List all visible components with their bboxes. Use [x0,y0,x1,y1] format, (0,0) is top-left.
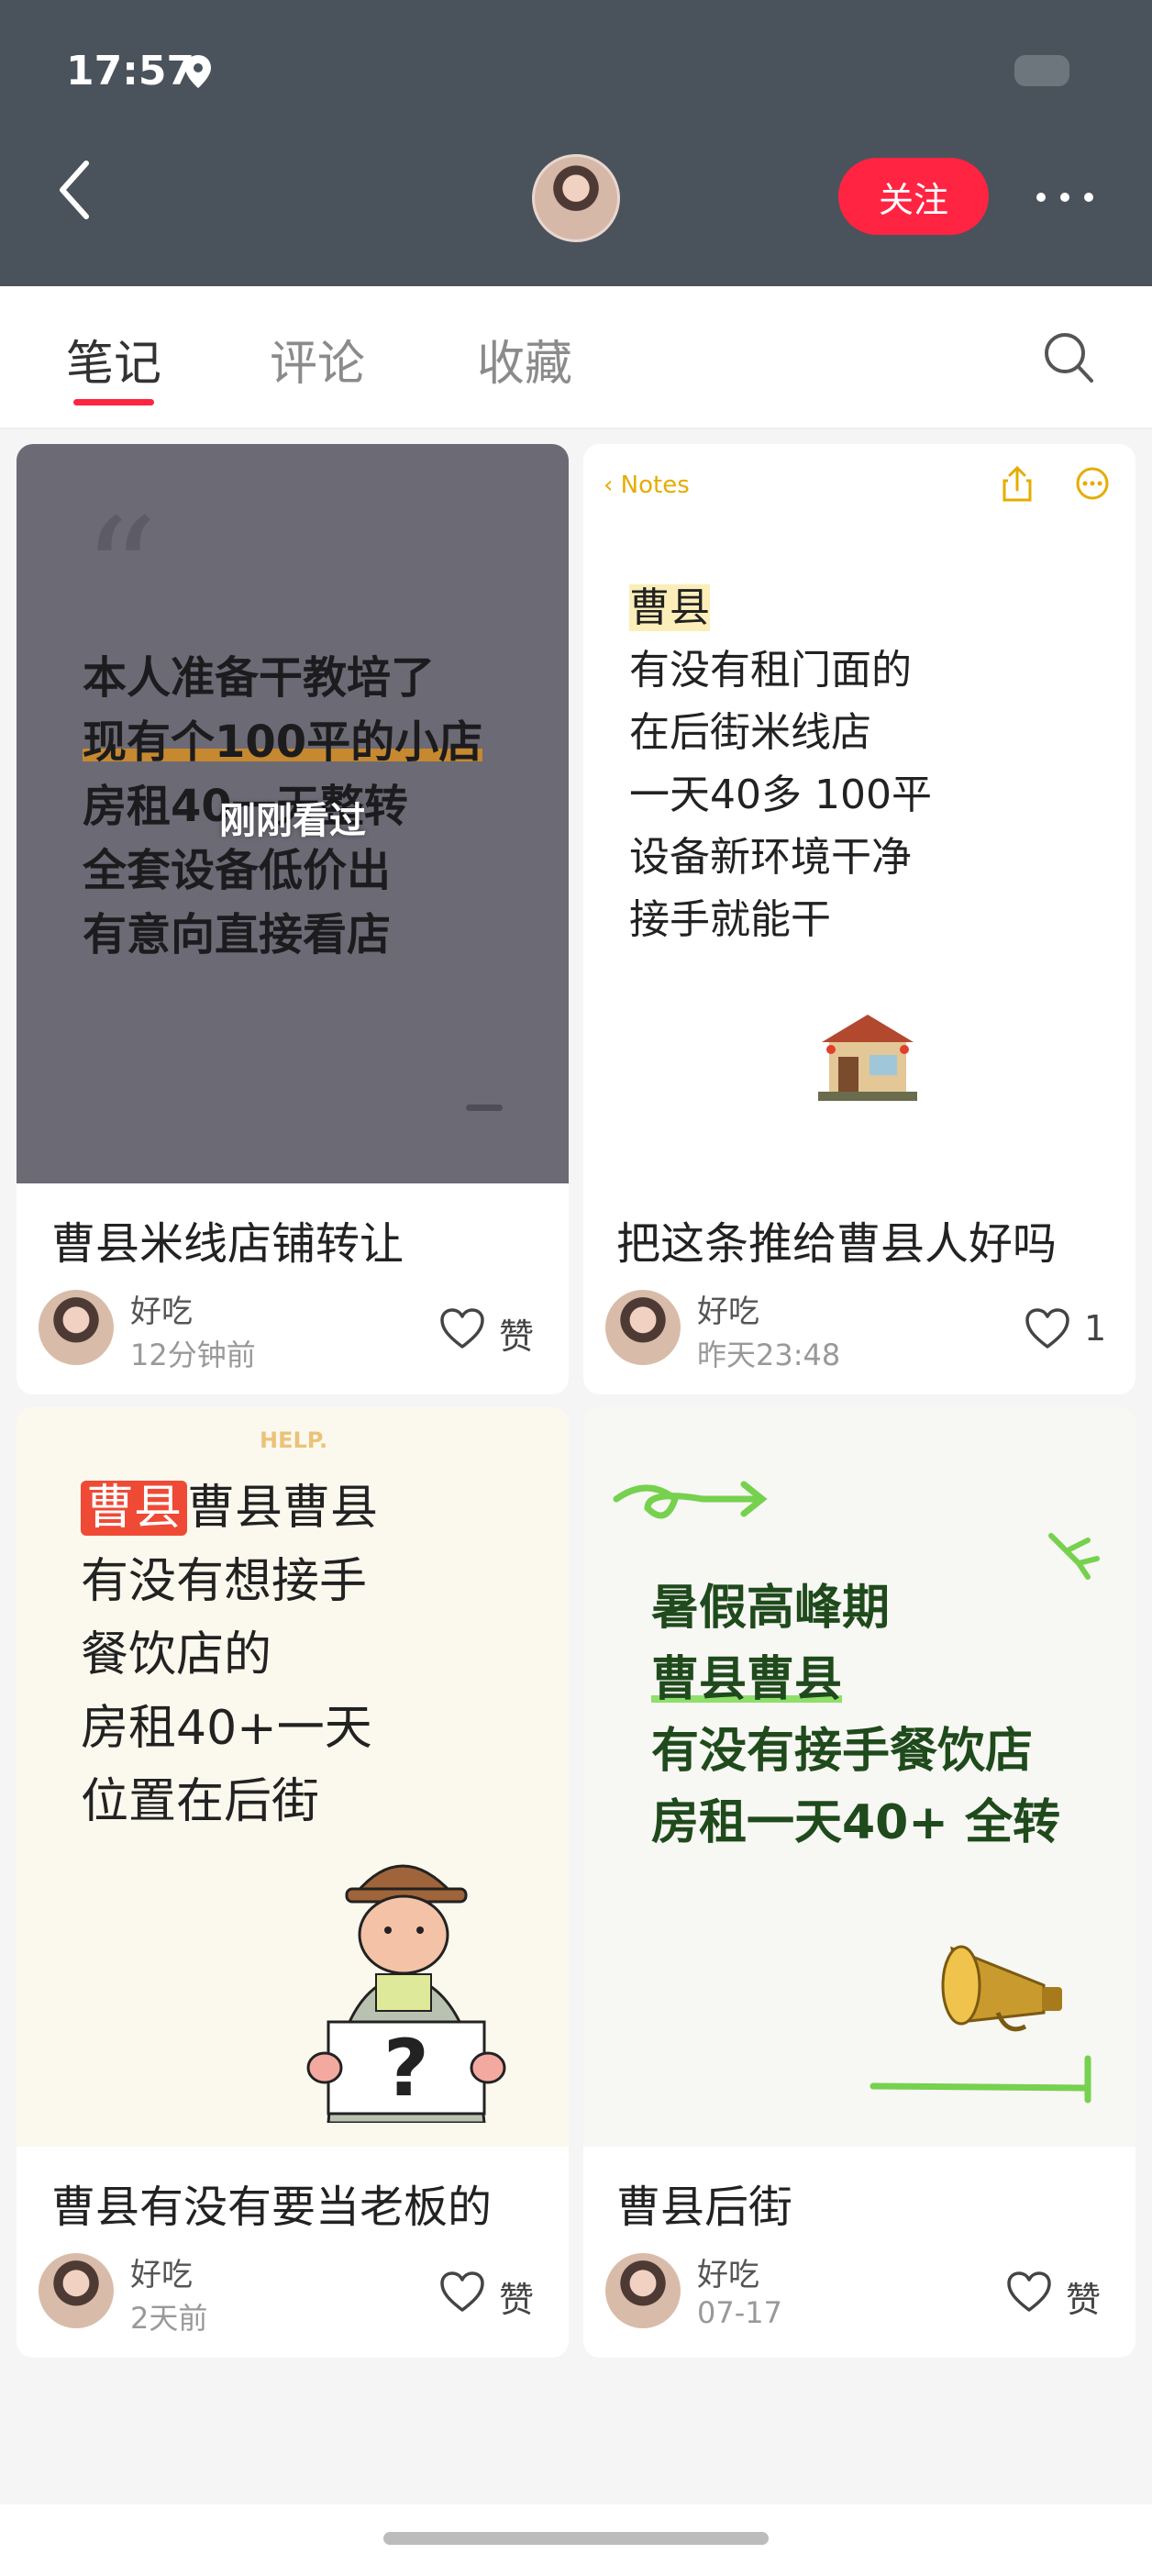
note-cover[interactable]: 暑假高峰期 曹县曹县 有没有接手餐饮店 房租一天40+ 全转 [583,1407,1135,2147]
note-cover[interactable]: HELP. 曹县 曹县曹县 有没有想接手 餐饮店的 房租40+一天 位置在后街 ? [17,1407,569,2147]
corner-doodle [870,2055,1091,2104]
note-title[interactable]: 把这条推给曹县人好吗 [616,1207,1057,1271]
cover-line: 有没有想接手 [81,1554,368,1609]
cover-line: 房租40+一天 [81,1701,372,1756]
like-count: 赞 [499,1316,535,1357]
note-title[interactable]: 曹县后街 [616,2171,792,2235]
cover-line: 餐饮店的 [81,1627,272,1682]
cover-line: 有没有接手餐饮店 [651,1724,1034,1779]
cover-text: 暑假高峰期 曹县曹县 有没有接手餐饮店 房租一天40+ 全转 [651,1572,1060,1859]
recently-viewed-label: 刚刚看过 [219,800,366,842]
status-time: 17:57 [66,48,195,94]
note-card[interactable]: “ 本人准备干教培了 现有个100平的小店 房租40一天整转 全套设备低价出 有… [17,444,569,1394]
author-name[interactable]: 好吃 [697,1286,759,1331]
cover-line: 现有个100平的小店 [83,710,483,774]
author-name[interactable]: 好吃 [697,2249,759,2294]
cover-line: 在后街米线店 [629,709,871,756]
location-pin-icon [185,55,211,88]
shop-illustration [818,1015,917,1101]
cover-line: 接手就能干 [629,896,831,943]
cover-text: 曹县 有没有租门面的 在后街米线店 一天40多 100平 设备新环境干净 接手就… [629,577,932,951]
megaphone-icon [941,1945,1062,2032]
post-time: 07-17 [697,2295,782,2330]
author-avatar[interactable] [39,2253,114,2328]
author-avatar[interactable] [605,1290,681,1365]
post-time: 昨天23:48 [697,1338,841,1372]
status-indicator [1014,55,1069,86]
cover-line: 房租一天40+ 全转 [651,1795,1061,1850]
profile-avatar[interactable] [532,154,620,242]
cover-line: 有没有租门面的 [629,647,912,694]
author-avatar[interactable] [39,1290,114,1365]
quote-icon: “ [83,486,158,658]
help-tag: HELP. [260,1427,328,1453]
cover-line: 设备新环境干净 [629,834,912,881]
heart-icon[interactable] [438,2270,486,2314]
heart-icon[interactable] [438,1306,486,1350]
author-name[interactable]: 好吃 [130,1286,193,1331]
highlight-tag: 曹县 [81,1481,188,1536]
note-cover[interactable]: “ 本人准备干教培了 现有个100平的小店 房租40一天整转 全套设备低价出 有… [17,444,569,1183]
profile-header: 17:57 关注 [0,0,1152,286]
follow-button[interactable]: 关注 [838,158,989,235]
decorative-dash [466,1105,503,1111]
note-card[interactable]: ‹ Notes 曹县 有没有租门面的 在后街米线店 一天40多 100平 设备新… [583,444,1135,1394]
author-name[interactable]: 好吃 [130,2249,193,2294]
note-title[interactable]: 曹县米线店铺转让 [51,1207,404,1271]
like-count: 1 [1084,1308,1107,1349]
cover-line: 有意向直接看店 [83,909,392,960]
man-with-sign-illustration: ? [306,1864,506,2123]
options-icon [1076,467,1109,500]
heart-icon[interactable] [1024,1306,1071,1350]
cover-line: 位置在后街 [81,1774,320,1829]
cover-line: 曹县曹县 [187,1481,379,1536]
heart-icon[interactable] [1005,2270,1053,2314]
note-cover[interactable]: ‹ Notes 曹县 有没有租门面的 在后街米线店 一天40多 100平 设备新… [583,444,1135,1183]
cover-line: 曹县 [629,584,710,631]
home-indicator[interactable] [383,2532,769,2545]
tab-bar: 笔记 评论 收藏 [0,286,1152,429]
cover-line: 一天40多 100平 [629,772,932,818]
cover-line: 全套设备低价出 [83,845,392,896]
cover-line: 暑假高峰期 [651,1581,891,1636]
notes-label: Notes [620,472,690,499]
note-card[interactable]: 暑假高峰期 曹县曹县 有没有接手餐饮店 房租一天40+ 全转 曹县后街 好吃 0… [583,1407,1135,2358]
tab-notes[interactable]: 笔记 [66,325,161,394]
cover-line: 曹县曹县 [651,1652,843,1707]
cover-text: 曹县 曹县曹县 有没有想接手 餐饮店的 房租40+一天 位置在后街 [81,1471,378,1838]
post-time: 12分钟前 [130,1338,256,1372]
tab-comments[interactable]: 评论 [270,325,365,394]
more-icon[interactable] [1033,183,1097,211]
share-icon [1002,465,1032,502]
note-title[interactable]: 曹县有没有要当老板的 [51,2171,492,2235]
active-tab-indicator [73,399,154,405]
like-count: 赞 [499,2280,535,2320]
back-icon[interactable] [53,158,99,222]
note-card[interactable]: HELP. 曹县 曹县曹县 有没有想接手 餐饮店的 房租40+一天 位置在后街 ?… [17,1407,569,2358]
svg-text:?: ? [383,2023,429,2115]
arrow-doodle [613,1481,768,1519]
search-icon[interactable] [1042,330,1095,385]
post-time: 2天前 [130,2301,208,2336]
like-count: 赞 [1066,2280,1102,2320]
author-avatar[interactable] [605,2253,681,2328]
cover-line: 本人准备干教培了 [83,652,436,704]
notes-back-link: ‹ Notes [604,472,690,499]
tab-favorites[interactable]: 收藏 [477,325,572,394]
